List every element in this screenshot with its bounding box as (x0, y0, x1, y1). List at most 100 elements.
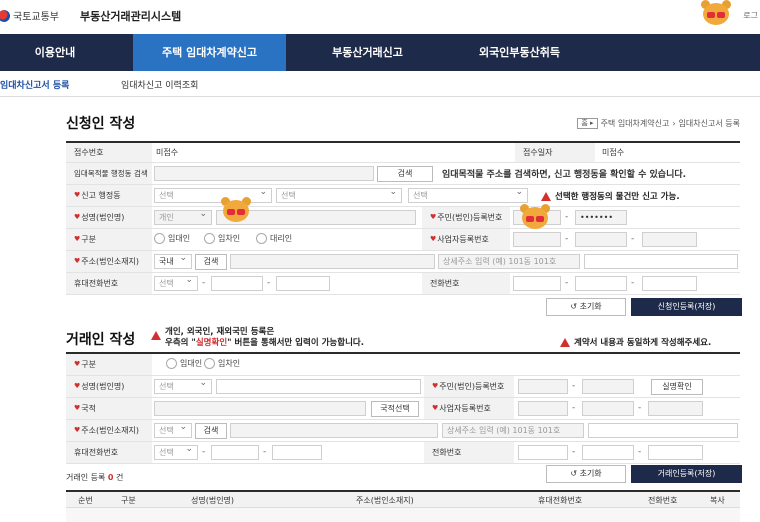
warning-icon (151, 331, 161, 340)
party-list-header: 순번 구분 성명(법인명) 주소(법인소재지) 휴대전화번호 전화번호 복사 (66, 490, 740, 508)
person-type-select[interactable]: 개인 (154, 210, 212, 225)
nav-lease-report[interactable]: 주택 임대차계약신고 (133, 34, 286, 71)
col-seq: 순번 (78, 496, 93, 505)
mascot-icon (520, 204, 550, 232)
verify-name-button[interactable]: 실명확인 (651, 379, 703, 395)
nav-guide[interactable]: 이용안내 (0, 34, 110, 71)
mascot-icon (221, 197, 251, 225)
applicant-section-title: 신청인 작성 (66, 116, 136, 132)
nationality-label: ♥ 국적 (66, 398, 152, 419)
party-radio-lessee[interactable]: 임차인 (204, 358, 240, 369)
party-biz-no-2[interactable] (582, 401, 634, 416)
party-reset-button[interactable]: ↺ 초기화 (546, 465, 626, 483)
party-form: ♥구분 임대인 임차인 ♥성명(법인명) 선택 ♥주민(법인)등록번호 - 실명… (66, 352, 740, 464)
applicant-register-button[interactable]: 신청인등록(저장) (631, 298, 742, 316)
mobile-mid-input[interactable] (211, 276, 263, 291)
resident-no-label: ♥ 주민(법인)등록번호 (422, 207, 510, 228)
city-select[interactable]: 선택 (276, 188, 402, 203)
party-register-button[interactable]: 거래인등록(저장) (631, 465, 742, 483)
resident-no-back[interactable]: ••••••• (575, 210, 627, 225)
col-phone: 전화번호 (648, 496, 678, 505)
dong-search-input[interactable] (154, 166, 374, 181)
party-phone-1-input[interactable] (518, 445, 568, 460)
main-nav: 이용안내 주택 임대차계약신고 부동산거래신고 외국인부동산취득 (0, 34, 760, 71)
party-person-type-select[interactable]: 선택 (154, 379, 212, 394)
party-resident-no-label: ♥ 주민(법인)등록번호 (424, 376, 514, 397)
breadcrumb: 홈 ▸ 주택 임대차계약신고 › 임대차신고서 등록 (577, 118, 740, 129)
mobile-prefix-select[interactable]: 선택 (154, 276, 198, 291)
party-biz-no-3[interactable] (648, 401, 703, 416)
applicant-reset-button[interactable]: ↺ 초기화 (546, 298, 626, 316)
biz-no-label: ♥ 사업자등록번호 (422, 229, 510, 250)
party-mobile-last-input[interactable] (272, 445, 322, 460)
addr-extra-input[interactable] (584, 254, 738, 269)
phone-3-input[interactable] (642, 276, 697, 291)
nav-foreigner-acquisition[interactable]: 외국인부동산취득 (452, 34, 587, 71)
ministry-emblem-icon (0, 9, 10, 22)
party-resident-no-back[interactable] (582, 379, 634, 394)
dong-warning: 선택한 행정동의 물건만 신고 가능. (541, 190, 680, 202)
party-address-label: ♥ 주소(법인소재지) (66, 420, 152, 441)
dong-search-button[interactable]: 검색 (377, 166, 433, 182)
party-radio-lessor[interactable]: 임대인 (166, 358, 202, 369)
addr-search-button[interactable]: 검색 (195, 254, 227, 270)
mascot-icon (701, 0, 731, 28)
party-resident-no-front[interactable] (518, 379, 568, 394)
dong-select[interactable]: 선택 (408, 188, 528, 203)
party-biz-no-1[interactable] (518, 401, 568, 416)
party-phone-3-input[interactable] (648, 445, 703, 460)
radio-lessee[interactable]: 임차인 (204, 233, 240, 244)
radio-agent[interactable]: 대리인 (256, 233, 292, 244)
phone-1-input[interactable] (513, 276, 561, 291)
applicant-form: 접수번호 미접수 접수일자 미접수 임대목적물 행정동 검색 검색 임대목적물 … (66, 141, 740, 295)
system-title: 부동산거래관리시스템 (80, 10, 182, 23)
col-name: 성명(법인명) (191, 496, 235, 505)
login-link[interactable]: 로그 (743, 10, 758, 21)
party-addr-extra-input[interactable] (588, 423, 738, 438)
party-mobile-prefix-select[interactable]: 선택 (154, 445, 198, 460)
party-mobile-mid-input[interactable] (211, 445, 259, 460)
dong-search-label: 임대목적물 행정동 검색 (66, 163, 152, 184)
party-phone-2-input[interactable] (582, 445, 634, 460)
name-label: ♥ 성명(법인명) (66, 207, 152, 228)
nationality-select-button[interactable]: 국적선택 (371, 401, 419, 417)
receipt-date-label: 접수일자 (515, 143, 595, 162)
warning-icon (541, 191, 551, 201)
top-bar: 국토교통부 부동산거래관리시스템 로그 (0, 0, 760, 34)
phone-2-input[interactable] (575, 276, 627, 291)
addr-main-input[interactable] (230, 254, 435, 269)
ministry-logo[interactable]: 국토교통부 (0, 8, 59, 23)
dong-search-notice: 임대목적물 주소를 검색하면, 신고 행정동을 확인할 수 있습니다. (442, 170, 687, 180)
party-count: 거래인 등록 0 건 (66, 473, 124, 482)
party-name-input[interactable] (216, 379, 421, 394)
party-addr-search-button[interactable]: 검색 (195, 423, 227, 439)
biz-no-3[interactable] (642, 232, 697, 247)
required-icon: ♥ (74, 191, 81, 199)
col-mobile: 휴대전화번호 (538, 496, 583, 505)
nav-real-estate-report[interactable]: 부동산거래신고 (300, 34, 435, 71)
biz-no-2[interactable] (575, 232, 627, 247)
party-addr-main-input[interactable] (230, 423, 438, 438)
party-type-label: ♥ 구분 (66, 354, 152, 375)
col-type: 구분 (121, 496, 136, 505)
party-phone-label: 전화번호 (424, 442, 514, 463)
party-list-empty-row (66, 508, 740, 522)
party-mobile-label: 휴대전화번호 (66, 442, 152, 463)
radio-lessor[interactable]: 임대인 (154, 233, 190, 244)
subnav-history[interactable]: 임대차신고 이력조회 (121, 78, 198, 91)
party-addr-detail-input[interactable]: 상세주소 입력 (예) 101동 101호 (442, 423, 584, 438)
home-icon[interactable]: 홈 ▸ (577, 118, 598, 129)
mobile-last-input[interactable] (276, 276, 330, 291)
subnav-register[interactable]: 임대차신고서 등록 (0, 78, 69, 91)
biz-no-1[interactable] (513, 232, 561, 247)
addr-detail-input[interactable]: 상세주소 입력 (예) 101동 101호 (438, 254, 580, 269)
party-biz-no-label: ♥ 사업자등록번호 (424, 398, 514, 419)
addr-country-select[interactable]: 국내 (154, 254, 192, 269)
province-select[interactable]: 선택 (154, 188, 272, 203)
type-label: ♥ 구분 (66, 229, 152, 250)
ministry-name: 국토교통부 (13, 12, 59, 23)
party-name-label: ♥ 성명(법인명) (66, 376, 152, 397)
nationality-input[interactable] (154, 401, 366, 416)
party-addr-country-select[interactable]: 선택 (154, 423, 192, 438)
party-right-warning: 계약서 내용과 동일하게 작성해주세요. (560, 336, 711, 348)
